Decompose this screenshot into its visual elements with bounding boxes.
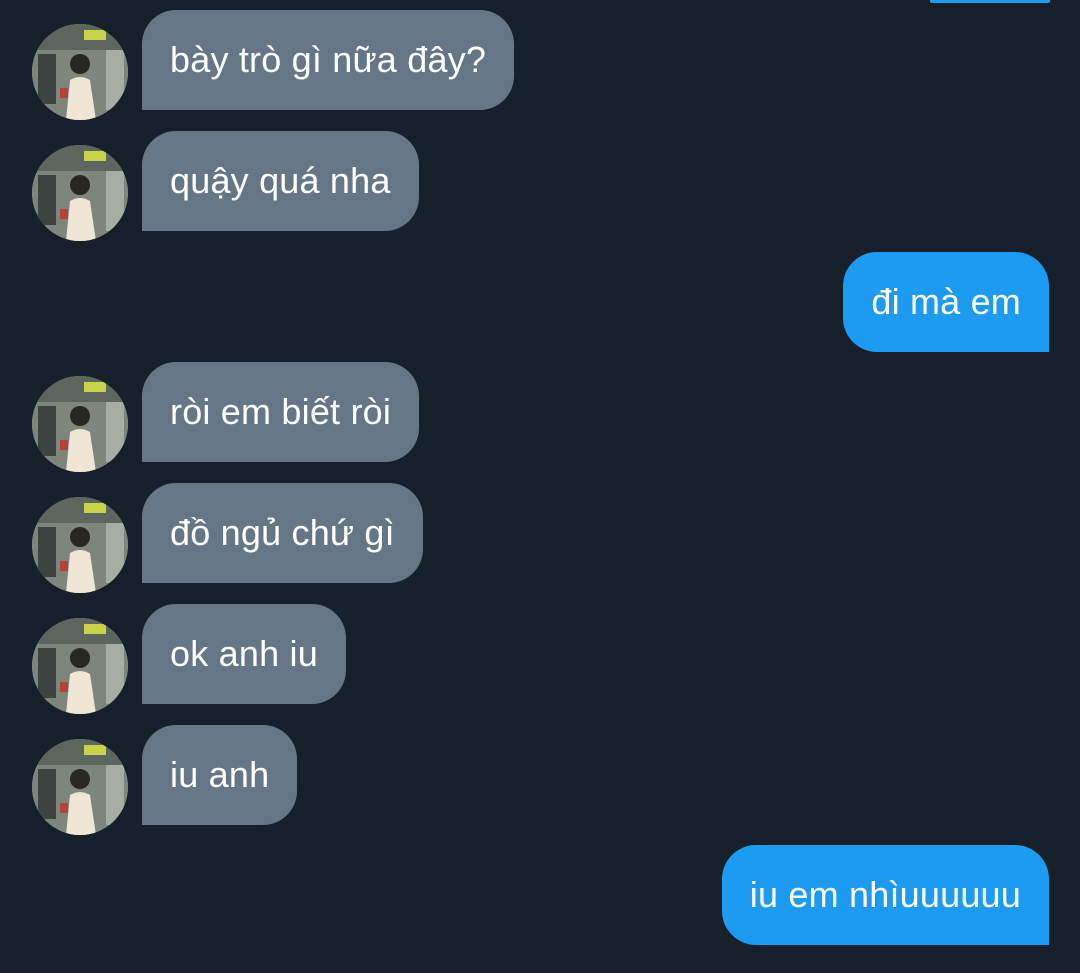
message-bubble[interactable]: ròi em biết ròi [142, 362, 420, 462]
message-bubble[interactable]: ok anh iu [142, 604, 346, 704]
received-message: iu anh [0, 725, 310, 835]
received-message: quậy quá nha [0, 131, 440, 241]
message-bubble[interactable]: iu em nhìuuuuuu [721, 845, 1049, 945]
sent-message: iu em nhìuuuuuu [697, 845, 1049, 945]
message-bubble[interactable]: bày trò gì nữa đây? [142, 10, 515, 110]
contact-avatar[interactable] [32, 497, 128, 593]
received-message: đồ ngủ chứ gì [0, 483, 445, 593]
message-bubble[interactable]: đồ ngủ chứ gì [142, 483, 423, 583]
contact-avatar[interactable] [32, 24, 128, 120]
contact-avatar[interactable] [32, 145, 128, 241]
message-bubble[interactable]: iu anh [142, 725, 298, 825]
message-bubble[interactable]: đi mà em [843, 252, 1049, 352]
received-message: ok anh iu [0, 604, 360, 714]
contact-avatar[interactable] [32, 618, 128, 714]
received-message: bày trò gì nữa đây? [0, 10, 540, 120]
chat-thread[interactable]: bày trò gì nữa đây? quậy quá nha đi mà e… [0, 0, 1080, 973]
contact-avatar[interactable] [32, 739, 128, 835]
received-message: ròi em biết ròi [0, 362, 445, 472]
sent-message: đi mà em [826, 252, 1049, 352]
top-scroll-edge [930, 0, 1050, 3]
contact-avatar[interactable] [32, 376, 128, 472]
message-bubble[interactable]: quậy quá nha [142, 131, 419, 231]
